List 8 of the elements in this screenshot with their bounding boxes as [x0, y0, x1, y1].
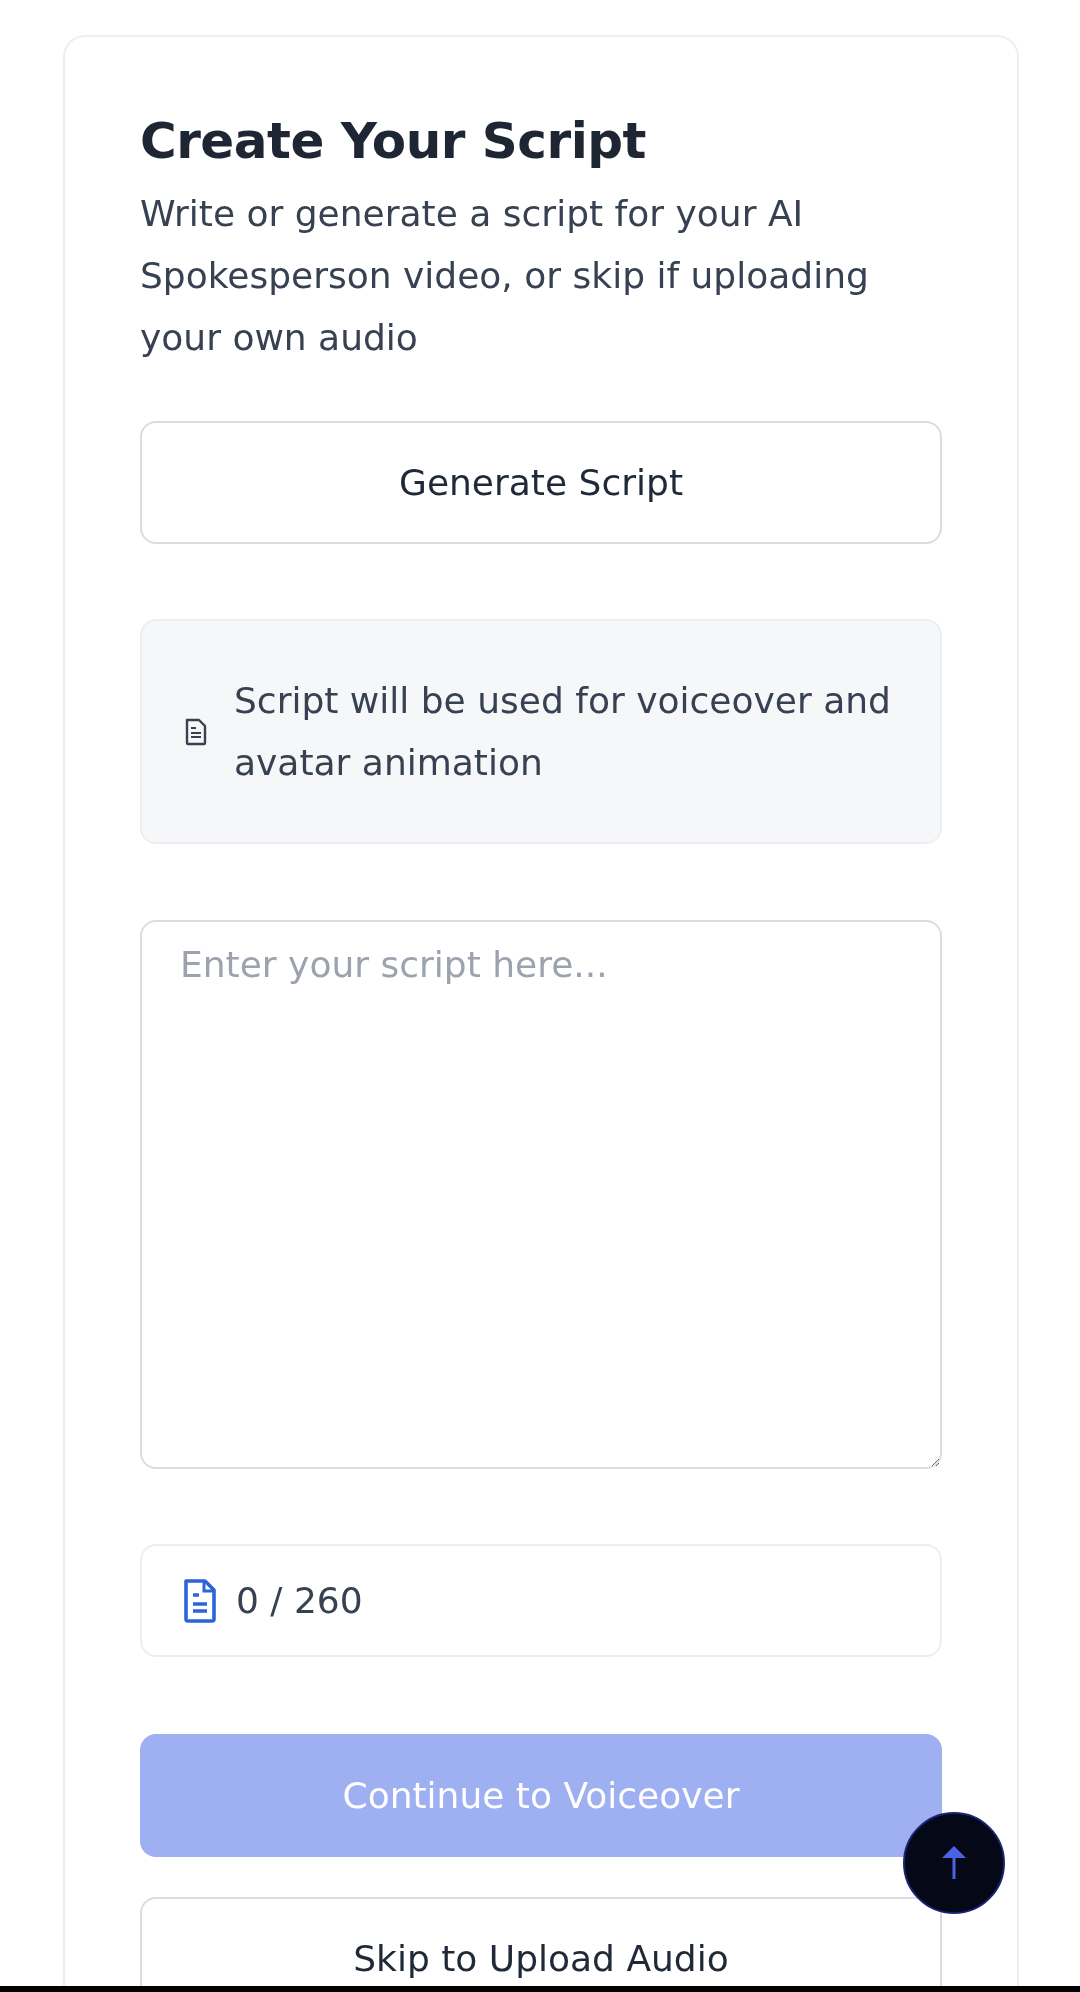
counter-text: 0 / 260: [236, 1580, 363, 1621]
document-icon: [184, 717, 208, 746]
info-text: Script will be used for voiceover and avatar animation: [234, 678, 892, 785]
page-subtitle: Write or generate a script for your AI Spokesperson video, or skip if uploading your own audio: [140, 192, 870, 360]
page-title: Create Your Script: [140, 111, 647, 172]
script-field[interactable]: Enter your script here...: [140, 920, 942, 1469]
document-icon: [182, 1577, 218, 1624]
generate-script-button[interactable]: Generate Script: [140, 421, 942, 544]
